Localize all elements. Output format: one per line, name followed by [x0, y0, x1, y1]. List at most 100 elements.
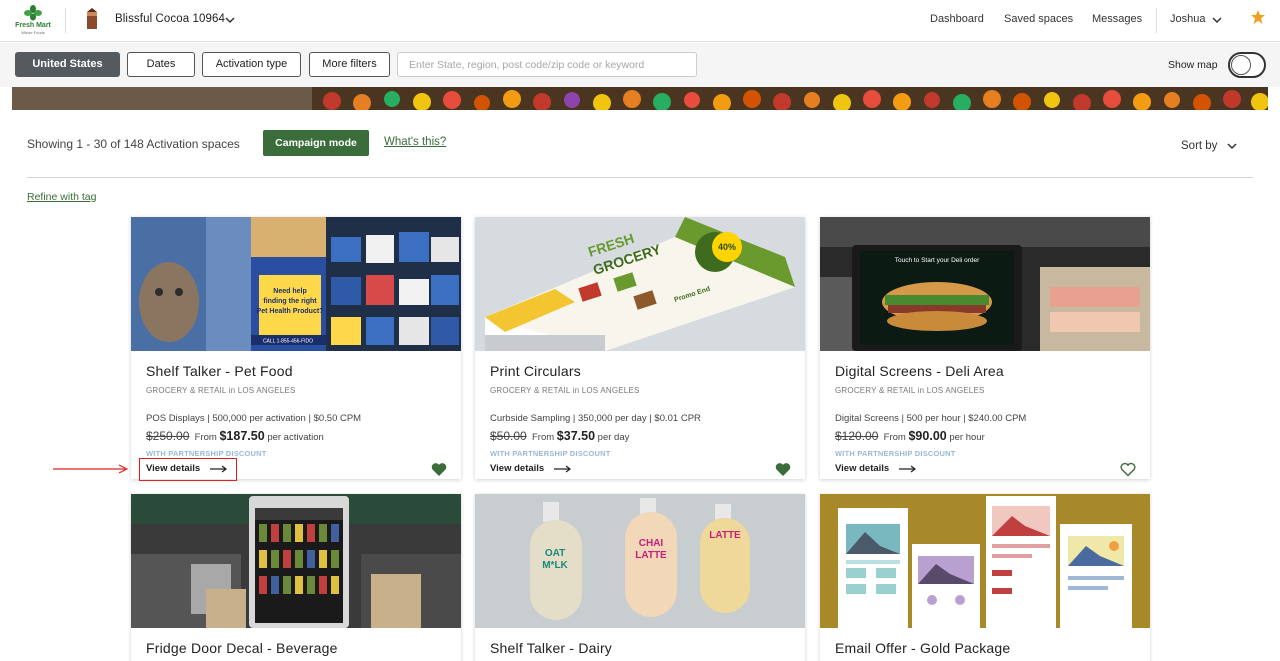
price-from-label: From [194, 432, 217, 443]
header-divider [1156, 8, 1157, 33]
svg-text:OAT: OAT [545, 548, 565, 559]
card-specs: Digital Screens | 500 per hour | $240.00… [835, 413, 1027, 424]
filter-bar: United States Dates Activation type More… [0, 43, 1280, 87]
discounted-price: $187.50 [219, 429, 265, 443]
card-image[interactable]: OAT M*LK CHAI LATTE LATTE [475, 494, 805, 628]
logo-sub-text: Whole Foods [21, 30, 45, 35]
chevron-down-icon[interactable] [224, 14, 236, 26]
nav-messages[interactable]: Messages [1092, 13, 1142, 25]
chevron-down-icon[interactable] [1211, 14, 1223, 26]
view-details-label: View details [490, 463, 545, 474]
activation-card-shelf-talker-dairy[interactable]: OAT M*LK CHAI LATTE LATTE Shelf Talker -… [475, 494, 805, 661]
card-price: $50.00 From $37.50 per day [490, 429, 629, 443]
print-circulars-image: 40% FRESH GROCERY Promo End [475, 217, 805, 351]
hero-banner-image [12, 87, 1268, 110]
price-unit: per activation [267, 432, 324, 443]
card-image[interactable] [131, 494, 461, 628]
fridge-door-image [131, 494, 461, 628]
original-price: $50.00 [490, 429, 527, 443]
view-details-label: View details [835, 463, 890, 474]
view-details-link[interactable]: View details [835, 463, 917, 474]
star-icon[interactable] [1250, 9, 1266, 25]
store-selector[interactable]: Blissful Cocoa 10964 [115, 13, 225, 25]
svg-text:LATTE: LATTE [635, 550, 667, 561]
card-title[interactable]: Shelf Talker - Pet Food [146, 363, 293, 379]
card-image[interactable]: 40% FRESH GROCERY Promo End [475, 217, 805, 351]
card-specs: POS Displays | 500,000 per activation | … [146, 413, 362, 424]
view-details-link[interactable]: View details [490, 463, 572, 474]
heart-filled-icon[interactable] [431, 462, 447, 477]
logo-brand-text: Fresh Mart [15, 22, 51, 29]
price-unit: per hour [949, 432, 985, 443]
country-filter-button[interactable]: United States [15, 52, 120, 77]
svg-text:Touch to Start your Deli order: Touch to Start your Deli order [895, 257, 980, 264]
card-title[interactable]: Digital Screens - Deli Area [835, 363, 1004, 379]
heart-filled-icon[interactable] [775, 462, 791, 477]
chevron-down-icon[interactable] [1226, 140, 1238, 152]
activation-card-print-circulars[interactable]: 40% FRESH GROCERY Promo End Print Circul… [475, 217, 805, 479]
card-title[interactable]: Print Circulars [490, 363, 581, 379]
user-menu[interactable]: Joshua [1170, 13, 1205, 25]
discounted-price: $37.50 [556, 429, 596, 443]
card-price: $250.00 From $187.50 per activation [146, 429, 324, 443]
card-image[interactable]: Need help finding the right Pet Health P… [131, 217, 461, 351]
activation-card-fridge-door-decal[interactable]: Fridge Door Decal - Beverage [131, 494, 461, 661]
refine-with-tag-link[interactable]: Refine with tag [27, 191, 96, 203]
card-image[interactable]: Touch to Start your Deli order [820, 217, 1150, 351]
card-title[interactable]: Fridge Door Decal - Beverage [146, 640, 338, 656]
partnership-discount-label: WITH PARTNERSHIP DISCOUNT [490, 449, 611, 458]
arrow-right-icon [899, 465, 917, 472]
show-map-label: Show map [1168, 59, 1218, 71]
svg-text:40%: 40% [718, 242, 736, 252]
activation-card-shelf-talker-pet-food[interactable]: Need help finding the right Pet Health P… [131, 217, 461, 479]
svg-text:Pet Health Product?: Pet Health Product? [257, 308, 324, 315]
card-category: GROCERY & RETAIL in LOS ANGELES [490, 386, 640, 395]
produce-banner-graphic [12, 87, 1268, 110]
heart-outline-icon[interactable] [1120, 462, 1136, 477]
card-title[interactable]: Email Offer - Gold Package [835, 640, 1010, 656]
fresh-mart-logo[interactable]: Fresh Mart Whole Foods [14, 4, 52, 38]
toggle-knob [1231, 55, 1251, 75]
pet-food-shelf-image: Need help finding the right Pet Health P… [131, 217, 461, 351]
price-from-label: From [883, 432, 906, 443]
leaf-logo-icon [24, 5, 42, 21]
svg-text:finding the right: finding the right [263, 298, 317, 305]
discounted-price: $90.00 [908, 429, 947, 443]
top-navigation-bar: Fresh Mart Whole Foods Blissful Cocoa 10… [0, 0, 1280, 42]
more-filters-button[interactable]: More filters [309, 52, 390, 77]
section-divider [27, 177, 1253, 178]
original-price: $120.00 [835, 429, 879, 443]
sort-by-dropdown[interactable]: Sort by [1181, 140, 1217, 152]
show-map-toggle[interactable] [1228, 52, 1266, 78]
activation-card-digital-screens-deli[interactable]: Touch to Start your Deli order Digital S… [820, 217, 1150, 479]
card-price: $120.00 From $90.00 per hour [835, 429, 985, 443]
card-category: GROCERY & RETAIL in LOS ANGELES [835, 386, 985, 395]
svg-text:M*LK: M*LK [542, 560, 568, 571]
campaign-mode-button[interactable]: Campaign mode [263, 130, 369, 156]
card-image[interactable] [820, 494, 1150, 628]
annotation-highlight-box [139, 458, 237, 481]
partnership-discount-label: WITH PARTNERSHIP DISCOUNT [835, 449, 956, 458]
svg-text:CHAI: CHAI [639, 538, 664, 549]
card-category: GROCERY & RETAIL in LOS ANGELES [146, 386, 296, 395]
nav-dashboard[interactable]: Dashboard [930, 13, 984, 25]
card-specs: Curbside Sampling | 350,000 per day | $0… [490, 413, 701, 424]
card-title[interactable]: Shelf Talker - Dairy [490, 640, 612, 656]
activation-type-filter-button[interactable]: Activation type [202, 52, 301, 77]
whats-this-link[interactable]: What's this? [384, 136, 446, 148]
nav-saved-spaces[interactable]: Saved spaces [1004, 13, 1073, 25]
original-price: $250.00 [146, 429, 190, 443]
results-count: Showing 1 - 30 of 148 Activation spaces [27, 137, 240, 151]
activation-card-email-offer-gold[interactable]: Email Offer - Gold Package [820, 494, 1150, 661]
location-search-input[interactable] [397, 52, 697, 77]
header-divider [65, 8, 66, 33]
chocolate-brand-icon [87, 8, 97, 29]
svg-text:LATTE: LATTE [709, 530, 741, 541]
annotation-arrow-icon [53, 464, 129, 474]
svg-text:Need help: Need help [273, 288, 306, 295]
dates-filter-button[interactable]: Dates [127, 52, 195, 77]
partnership-discount-label: WITH PARTNERSHIP DISCOUNT [146, 449, 267, 458]
svg-text:CALL 1-855-456-FIDO: CALL 1-855-456-FIDO [263, 339, 313, 345]
price-unit: per day [597, 432, 630, 443]
deli-screen-image: Touch to Start your Deli order [820, 217, 1150, 351]
